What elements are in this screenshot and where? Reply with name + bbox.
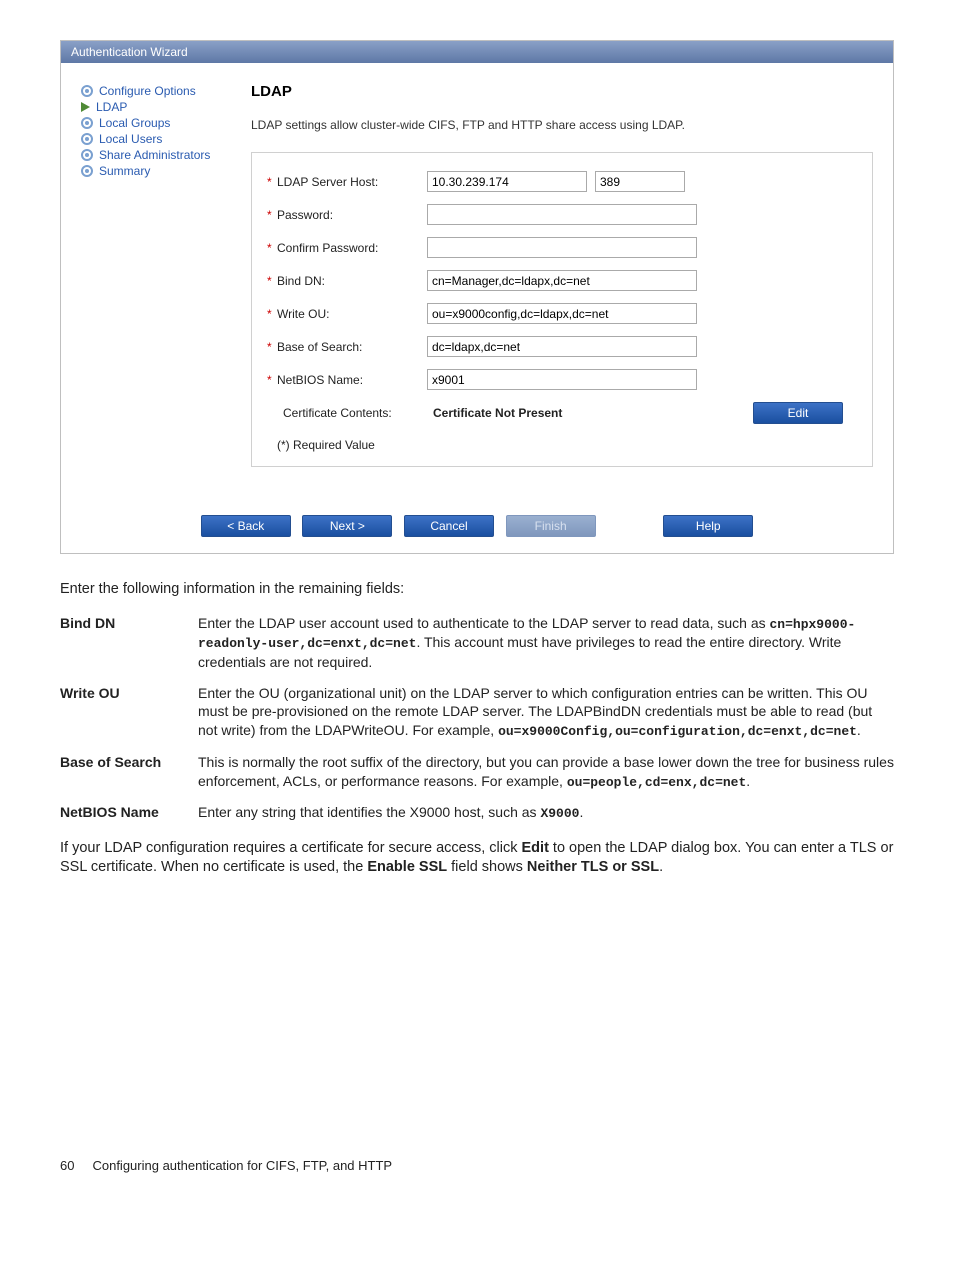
desc-write-ou: Enter the OU (organizational unit) on th… [198,684,894,741]
page-description: LDAP settings allow cluster-wide CIFS, F… [251,118,873,132]
doc-text: Enter the following information in the r… [60,580,894,878]
chapter-title: Configuring authentication for CIFS, FTP… [92,1158,392,1173]
next-button[interactable]: Next > [302,515,392,537]
nav-label: Summary [99,164,150,178]
bullet-icon [81,133,93,145]
page-heading: LDAP [251,83,873,100]
write-ou-input[interactable] [427,303,697,324]
bullet-icon [81,149,93,161]
nav-ldap[interactable]: LDAP [81,99,251,115]
definition-list: Bind DN Enter the LDAP user account used… [60,614,894,823]
term-base-search: Base of Search [60,753,190,791]
nav-configure-options[interactable]: Configure Options [81,83,251,99]
doc-lead: Enter the following information in the r… [60,580,894,600]
wizard-title: Authentication Wizard [61,41,893,63]
nav-label: Share Administrators [99,148,210,162]
edit-button[interactable]: Edit [753,402,843,424]
netbios-label: NetBIOS Name: [277,373,363,387]
bind-dn-input[interactable] [427,270,697,291]
ldap-form: *LDAP Server Host: *Password: *Confirm P… [251,152,873,467]
password-input[interactable] [427,204,697,225]
password-label: Password: [277,208,333,222]
wizard-main: LDAP LDAP settings allow cluster-wide CI… [251,83,873,493]
desc-bind-dn: Enter the LDAP user account used to auth… [198,614,894,672]
desc-netbios: Enter any string that identifies the X90… [198,803,894,823]
back-button[interactable]: < Back [201,515,291,537]
ldap-host-label: LDAP Server Host: [277,175,378,189]
confirm-password-label: Confirm Password: [277,241,378,255]
closing-paragraph: If your LDAP configuration requires a ce… [60,839,894,878]
certificate-label: Certificate Contents: [277,406,433,420]
finish-button: Finish [506,515,596,537]
page-number: 60 [60,1158,74,1173]
desc-base-search: This is normally the root suffix of the … [198,753,894,791]
cancel-button[interactable]: Cancel [404,515,494,537]
nav-label: LDAP [96,100,127,114]
base-search-input[interactable] [427,336,697,357]
nav-label: Local Groups [99,116,170,130]
nav-label: Local Users [99,132,162,146]
term-write-ou: Write OU [60,684,190,741]
required-note: (*) Required Value [277,438,847,452]
arrow-icon [81,102,90,112]
base-search-label: Base of Search: [277,340,362,354]
certificate-value: Certificate Not Present [433,406,749,420]
term-bind-dn: Bind DN [60,614,190,672]
write-ou-label: Write OU: [277,307,329,321]
confirm-password-input[interactable] [427,237,697,258]
nav-local-users[interactable]: Local Users [81,131,251,147]
nav-share-admins[interactable]: Share Administrators [81,147,251,163]
bullet-icon [81,117,93,129]
bind-dn-label: Bind DN: [277,274,325,288]
term-netbios: NetBIOS Name [60,803,190,823]
authentication-wizard: Authentication Wizard Configure Options … [60,40,894,554]
nav-label: Configure Options [99,84,196,98]
wizard-footer: < Back Next > Cancel Finish Help [61,503,893,553]
bullet-icon [81,85,93,97]
bullet-icon [81,165,93,177]
wizard-nav: Configure Options LDAP Local Groups Loca… [81,83,251,493]
help-button[interactable]: Help [663,515,753,537]
netbios-input[interactable] [427,369,697,390]
nav-local-groups[interactable]: Local Groups [81,115,251,131]
page-footer: 60 Configuring authentication for CIFS, … [60,1158,894,1173]
nav-summary[interactable]: Summary [81,163,251,179]
ldap-port-input[interactable] [595,171,685,192]
ldap-host-input[interactable] [427,171,587,192]
